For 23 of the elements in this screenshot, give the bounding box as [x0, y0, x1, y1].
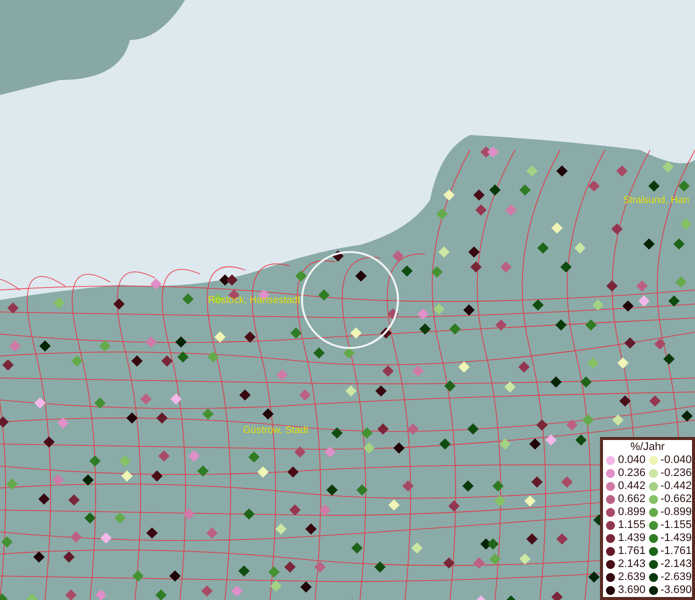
legend-title: %/Jahr	[629, 441, 666, 454]
legend-value: 0.899	[618, 506, 646, 519]
legend-value: 2.143	[618, 558, 646, 571]
legend-value: -3.690	[660, 584, 692, 597]
legend-value: 0.662	[618, 493, 646, 506]
legend-value: -0.236	[660, 467, 692, 480]
legend-value: 1.761	[618, 545, 646, 558]
legend-value: -1.155	[660, 519, 692, 532]
legend-value: 0.040	[618, 454, 646, 467]
legend-value: -0.662	[660, 493, 692, 506]
legend-value: -2.639	[660, 571, 692, 584]
legend-value: -1.761	[660, 545, 692, 558]
legend-value: -2.143	[660, 558, 692, 571]
legend-value: 3.690	[618, 584, 646, 597]
legend-value: 0.236	[618, 467, 646, 480]
legend-value: -0.442	[660, 480, 692, 493]
legend-value: 0.442	[618, 480, 646, 493]
legend-value: 1.439	[618, 532, 646, 545]
legend-value: 2.639	[618, 571, 646, 584]
legend-value: -0.899	[660, 506, 692, 519]
legend-value: -0.040	[660, 454, 692, 467]
legend-value: -1.439	[660, 532, 692, 545]
legend-value: 1.155	[618, 519, 646, 532]
